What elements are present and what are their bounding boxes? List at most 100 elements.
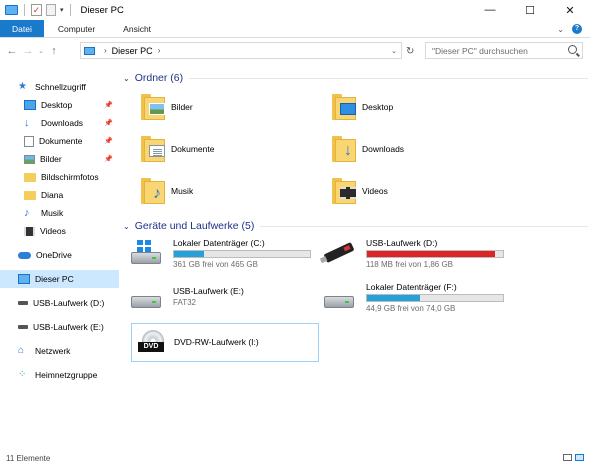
chevron-down-icon[interactable]: ⌄: [123, 74, 130, 83]
minimize-button[interactable]: —: [470, 0, 510, 20]
search-input[interactable]: "Dieser PC" durchsuchen: [425, 42, 583, 59]
star-icon: ★: [18, 81, 27, 92]
recent-locations-icon[interactable]: ⌄: [36, 47, 46, 55]
folder-tile-downloads[interactable]: ↓ Downloads: [332, 136, 404, 162]
drive-free-space: 361 GB frei von 465 GB: [173, 260, 258, 269]
sidebar-item-label: USB-Laufwerk (E:): [33, 322, 104, 332]
expand-ribbon-icon[interactable]: ⌄: [557, 25, 564, 34]
sidebar-item-heimnetzgruppe[interactable]: ⁘ Heimnetzgruppe: [0, 366, 119, 384]
sidebar-item-netzwerk[interactable]: ⌂ Netzwerk: [0, 342, 119, 360]
sidebar-item-dieser-pc[interactable]: Dieser PC: [0, 270, 119, 288]
sidebar-item-label: Dokumente: [39, 136, 83, 146]
usb-icon: [18, 325, 28, 329]
refresh-icon[interactable]: ↻: [406, 46, 414, 57]
cloud-icon: [18, 251, 31, 259]
drive-tile-c[interactable]: Lokaler Datenträger (C:) 361 GB frei von…: [131, 238, 321, 278]
computer-icon: [5, 5, 18, 15]
breadcrumb-dieser-pc[interactable]: Dieser PC: [112, 46, 153, 56]
sidebar-item-label: USB-Laufwerk (D:): [33, 298, 105, 308]
drive-usage-bar: [366, 250, 504, 258]
folder-icon: [24, 190, 36, 200]
sidebar-item-dokumente[interactable]: Dokumente 📌: [0, 132, 119, 150]
sidebar-item-onedrive[interactable]: OneDrive: [0, 246, 119, 264]
details-view-icon[interactable]: [563, 454, 572, 461]
navigation-pane: ★ Schnellzugriff Desktop 📌 ↓ Downloads 📌…: [0, 70, 119, 455]
divider: [24, 4, 25, 16]
tile-label: Videos: [362, 186, 388, 196]
sidebar-item-usb-d[interactable]: USB-Laufwerk (D:): [0, 294, 119, 312]
tile-label: Bilder: [171, 102, 193, 112]
sidebar-item-label: Schnellzugriff: [35, 82, 86, 92]
divider: [189, 77, 588, 79]
chevron-down-icon[interactable]: ⌄: [123, 222, 130, 231]
customize-quick-access-icon[interactable]: ▾: [60, 6, 64, 14]
drive-name: USB-Laufwerk (E:): [173, 286, 244, 296]
tiles-view-icon[interactable]: [575, 454, 584, 461]
pin-icon[interactable]: 📌: [104, 155, 113, 163]
sidebar-item-bildschirmfotos[interactable]: Bildschirmfotos: [0, 168, 119, 186]
sidebar-item-videos[interactable]: Videos: [0, 222, 119, 240]
folder-tile-dokumente[interactable]: Dokumente: [141, 136, 214, 162]
folder-tile-bilder[interactable]: Bilder: [141, 94, 193, 120]
folders-group-header[interactable]: ⌄ Ordner (6): [123, 72, 588, 84]
pin-icon[interactable]: 📌: [104, 119, 113, 127]
drives-group-header[interactable]: ⌄ Geräte und Laufwerke (5): [123, 220, 588, 232]
drive-tile-d[interactable]: USB-Laufwerk (D:) 118 MB frei von 1,86 G…: [323, 238, 514, 278]
sidebar-item-label: OneDrive: [36, 250, 72, 260]
sidebar-item-musik[interactable]: ♪ Musik: [0, 204, 119, 222]
download-icon: ↓: [24, 117, 30, 129]
sidebar-item-label: Bilder: [40, 154, 62, 164]
chevron-down-icon[interactable]: ⌄: [391, 47, 397, 55]
search-icon[interactable]: [568, 45, 577, 54]
properties-icon[interactable]: ✓: [31, 4, 42, 16]
sidebar-item-label: Videos: [40, 226, 66, 236]
content-pane: ⌄ Ordner (6) Bilder Desktop Dokumente ↓ …: [119, 64, 590, 454]
downloads-folder-icon: ↓: [332, 136, 356, 162]
sidebar-item-label: Musik: [41, 208, 64, 218]
drive-tile-f[interactable]: Lokaler Datenträger (F:) 44,9 GB frei vo…: [324, 282, 514, 322]
drive-tile-e[interactable]: USB-Laufwerk (E:) FAT32: [131, 286, 321, 326]
drive-tile-i[interactable]: DVD DVD-RW-Laufwerk (I:): [131, 323, 319, 362]
sidebar-item-schnellzugriff[interactable]: ★ Schnellzugriff: [0, 78, 119, 96]
tab-computer[interactable]: Computer: [44, 20, 109, 37]
drive-name: USB-Laufwerk (D:): [366, 238, 438, 248]
drive-name: DVD-RW-Laufwerk (I:): [174, 337, 259, 347]
folder-tile-desktop[interactable]: Desktop: [332, 94, 393, 120]
address-bar[interactable]: › Dieser PC › ⌄: [80, 42, 402, 59]
drive-usage-bar: [366, 294, 504, 302]
sidebar-item-downloads[interactable]: ↓ Downloads 📌: [0, 114, 119, 132]
sidebar-item-label: Diana: [41, 190, 64, 200]
sidebar-item-bilder[interactable]: Bilder 📌: [0, 150, 119, 168]
desktop-icon: [24, 100, 36, 110]
up-arrow-icon[interactable]: ↑: [46, 45, 62, 57]
navigation-bar: ← → ⌄ ↑ › Dieser PC › ⌄ ↻ "Dieser PC" du…: [0, 38, 590, 64]
chevron-right-icon[interactable]: ›: [158, 46, 161, 55]
new-folder-icon[interactable]: [46, 4, 56, 16]
chevron-right-icon[interactable]: ›: [104, 46, 107, 55]
sidebar-item-usb-e[interactable]: USB-Laufwerk (E:): [0, 318, 119, 336]
forward-arrow-icon[interactable]: →: [20, 45, 36, 57]
tab-ansicht[interactable]: Ansicht: [109, 20, 165, 37]
folder-tile-videos[interactable]: Videos: [332, 178, 388, 204]
folder-tile-musik[interactable]: ♪ Musik: [141, 178, 193, 204]
help-icon[interactable]: ?: [572, 24, 582, 34]
search-placeholder: "Dieser PC" durchsuchen: [432, 45, 528, 56]
pin-icon[interactable]: 📌: [104, 101, 113, 109]
sidebar-item-diana[interactable]: Diana: [0, 186, 119, 204]
title-bar: ✓ ▾ Dieser PC — ☐ ✕: [0, 0, 590, 20]
dvd-drive-icon: DVD: [138, 330, 168, 356]
system-drive-icon: [131, 240, 161, 266]
sidebar-item-label: Netzwerk: [35, 346, 71, 356]
status-item-count: 11 Elemente: [6, 454, 51, 462]
sidebar-item-desktop[interactable]: Desktop 📌: [0, 96, 119, 114]
back-arrow-icon[interactable]: ←: [4, 45, 20, 57]
usb-icon: [18, 301, 28, 305]
maximize-button[interactable]: ☐: [510, 0, 550, 20]
ribbon-tabs: Datei Computer Ansicht ⌄ ?: [0, 20, 590, 38]
close-button[interactable]: ✕: [550, 0, 590, 20]
network-icon: ⌂: [18, 345, 25, 356]
pin-icon[interactable]: 📌: [104, 137, 113, 145]
tab-datei[interactable]: Datei: [0, 20, 44, 37]
pictures-folder-icon: [141, 94, 165, 120]
video-icon: [24, 226, 35, 236]
